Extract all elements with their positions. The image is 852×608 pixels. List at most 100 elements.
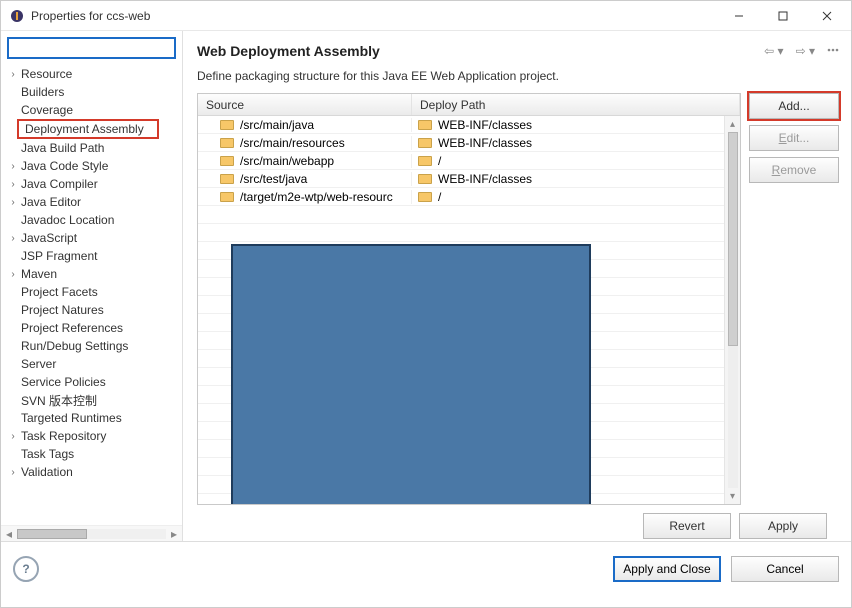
tree-label: Maven: [19, 267, 57, 281]
window-title: Properties for ccs-web: [31, 9, 717, 23]
redaction-overlay: [231, 244, 591, 504]
sidebar-item-javadoc-location[interactable]: Javadoc Location: [1, 211, 182, 229]
tree-label: Task Tags: [19, 447, 74, 461]
table-row[interactable]: /src/main/java WEB-INF/classes: [198, 116, 740, 134]
sidebar-item-java-compiler[interactable]: ›Java Compiler: [1, 175, 182, 193]
table-empty-row: [198, 224, 740, 242]
cell-deploy: WEB-INF/classes: [438, 136, 532, 150]
sidebar: ›ResourceBuildersCoverageDeployment Asse…: [1, 31, 183, 541]
view-menu-icon[interactable]: [827, 44, 839, 59]
tree-label: Validation: [19, 465, 73, 479]
folder-icon: [220, 192, 234, 202]
chevron-right-icon[interactable]: ›: [7, 161, 19, 172]
dialog-footer: ? Apply and Close Cancel: [1, 541, 851, 595]
sidebar-item-task-tags[interactable]: Task Tags: [1, 445, 182, 463]
sidebar-item-project-natures[interactable]: Project Natures: [1, 301, 182, 319]
sidebar-item-java-code-style[interactable]: ›Java Code Style: [1, 157, 182, 175]
sidebar-item-resource[interactable]: ›Resource: [1, 65, 182, 83]
sidebar-item-maven[interactable]: ›Maven: [1, 265, 182, 283]
app-icon: [9, 8, 25, 24]
cell-deploy: /: [438, 154, 441, 168]
column-deploy[interactable]: Deploy Path: [412, 94, 740, 115]
tree-label: Java Build Path: [19, 141, 104, 155]
page-description: Define packaging structure for this Java…: [197, 69, 839, 83]
sidebar-item-svn-[interactable]: SVN 版本控制: [1, 391, 182, 409]
table-row[interactable]: /src/main/webapp /: [198, 152, 740, 170]
tree-label: Project Natures: [19, 303, 104, 317]
cancel-button[interactable]: Cancel: [731, 556, 839, 582]
sidebar-item-javascript[interactable]: ›JavaScript: [1, 229, 182, 247]
page-title: Web Deployment Assembly: [197, 43, 764, 59]
back-icon[interactable]: ⇦ ▾: [764, 44, 783, 58]
tree-label: Coverage: [19, 103, 73, 117]
cell-source: /src/main/resources: [240, 136, 345, 150]
properties-tree[interactable]: ›ResourceBuildersCoverageDeployment Asse…: [1, 63, 182, 525]
tree-label: Service Policies: [19, 375, 106, 389]
tree-label: Java Editor: [19, 195, 81, 209]
sidebar-scrollbar-horizontal[interactable]: ◂▸: [1, 525, 182, 541]
sidebar-item-targeted-runtimes[interactable]: Targeted Runtimes: [1, 409, 182, 427]
sidebar-item-server[interactable]: Server: [1, 355, 182, 373]
cell-source: /src/main/java: [240, 118, 314, 132]
chevron-right-icon[interactable]: ›: [7, 431, 19, 442]
chevron-right-icon[interactable]: ›: [7, 269, 19, 280]
tree-label: SVN 版本控制: [19, 392, 97, 409]
tree-label: Targeted Runtimes: [19, 411, 122, 425]
tree-label: Project Facets: [19, 285, 98, 299]
folder-icon: [220, 138, 234, 148]
column-source[interactable]: Source: [198, 94, 412, 115]
tree-label: Java Code Style: [19, 159, 108, 173]
table-row[interactable]: /src/test/javaWEB-INF/classes: [198, 170, 740, 188]
folder-icon: [418, 156, 432, 166]
table-row[interactable]: /target/m2e-wtp/web-resourc /: [198, 188, 740, 206]
add-button[interactable]: Add...: [749, 93, 839, 119]
close-button[interactable]: [805, 2, 849, 30]
apply-and-close-button[interactable]: Apply and Close: [613, 556, 721, 582]
folder-icon: [220, 174, 234, 184]
sidebar-item-project-references[interactable]: Project References: [1, 319, 182, 337]
sidebar-item-deployment-assembly[interactable]: Deployment Assembly: [17, 119, 159, 139]
sidebar-item-validation[interactable]: ›Validation: [1, 463, 182, 481]
table-row[interactable]: /src/main/resources WEB-INF/classes: [198, 134, 740, 152]
sidebar-item-project-facets[interactable]: Project Facets: [1, 283, 182, 301]
sidebar-item-coverage[interactable]: Coverage: [1, 101, 182, 119]
sidebar-item-java-editor[interactable]: ›Java Editor: [1, 193, 182, 211]
tree-label: Run/Debug Settings: [19, 339, 128, 353]
tree-label: Resource: [19, 67, 72, 81]
sidebar-item-service-policies[interactable]: Service Policies: [1, 373, 182, 391]
apply-button[interactable]: Apply: [739, 513, 827, 539]
folder-icon: [220, 120, 234, 130]
sidebar-item-run-debug-settings[interactable]: Run/Debug Settings: [1, 337, 182, 355]
main-panel: Web Deployment Assembly ⇦ ▾ ⇨ ▾ Define p…: [183, 31, 851, 541]
filter-input[interactable]: [7, 37, 176, 59]
sidebar-item-task-repository[interactable]: ›Task Repository: [1, 427, 182, 445]
cell-deploy: /: [438, 190, 441, 204]
chevron-right-icon[interactable]: ›: [7, 233, 19, 244]
sidebar-item-jsp-fragment[interactable]: JSP Fragment: [1, 247, 182, 265]
forward-icon[interactable]: ⇨ ▾: [796, 44, 815, 58]
revert-button[interactable]: Revert: [643, 513, 731, 539]
chevron-right-icon[interactable]: ›: [7, 69, 19, 80]
sidebar-item-builders[interactable]: Builders: [1, 83, 182, 101]
cell-source: /src/main/webapp: [240, 154, 334, 168]
chevron-right-icon[interactable]: ›: [7, 179, 19, 190]
titlebar: Properties for ccs-web: [1, 1, 851, 31]
tree-label: Project References: [19, 321, 123, 335]
cell-source: /target/m2e-wtp/web-resourc: [240, 190, 393, 204]
minimize-button[interactable]: [717, 2, 761, 30]
cell-deploy: WEB-INF/classes: [438, 172, 532, 186]
sidebar-item-java-build-path[interactable]: Java Build Path: [1, 139, 182, 157]
help-icon[interactable]: ?: [13, 556, 39, 582]
tree-label: Deployment Assembly: [23, 122, 144, 136]
tree-label: JSP Fragment: [19, 249, 97, 263]
folder-icon: [418, 138, 432, 148]
tree-label: Builders: [19, 85, 64, 99]
chevron-right-icon[interactable]: ›: [7, 467, 19, 478]
chevron-right-icon[interactable]: ›: [7, 197, 19, 208]
assembly-table[interactable]: Source Deploy Path /src/main/java WEB-INF…: [197, 93, 741, 505]
tree-label: JavaScript: [19, 231, 77, 245]
table-scrollbar-vertical[interactable]: ▴▾: [724, 116, 740, 504]
maximize-button[interactable]: [761, 2, 805, 30]
tree-label: Java Compiler: [19, 177, 98, 191]
cell-deploy: WEB-INF/classes: [438, 118, 532, 132]
